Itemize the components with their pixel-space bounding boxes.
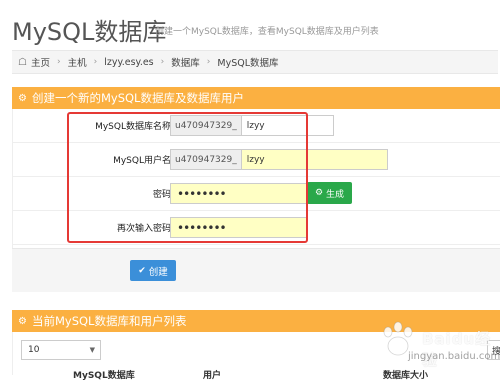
- password-value: ••••••••: [177, 186, 227, 201]
- generate-password-button[interactable]: ⚙ 生成: [307, 182, 352, 204]
- gears-icon: ⚙: [18, 315, 27, 327]
- password-label: 密码: [152, 190, 171, 200]
- gears-icon: ⚙: [18, 92, 27, 104]
- form-row-password: 密码 •••••••• ⚙ 生成: [13, 177, 500, 211]
- breadcrumb-current: MySQL数据库: [217, 58, 279, 69]
- page-size-value: 10: [28, 345, 40, 355]
- create-button[interactable]: ✔ 创建: [130, 260, 176, 281]
- password-confirm-label: 再次输入密码: [116, 224, 171, 234]
- breadcrumb: ☖ 主页 › 主机 › lzyy.esy.es › 数据库 › MySQL数据库: [12, 50, 498, 74]
- caret-down-icon: ▼: [89, 346, 95, 354]
- db-user-label: MySQL用户名: [113, 156, 171, 166]
- breadcrumb-separator-icon: ›: [206, 57, 211, 67]
- generate-button-label: 生成: [326, 189, 345, 200]
- db-user-prefix: u470947329_: [171, 150, 242, 169]
- db-name-prefix: u470947329_: [171, 116, 242, 135]
- page-title: MySQL数据库: [12, 18, 167, 46]
- password-input[interactable]: ••••••••: [170, 183, 307, 204]
- breadcrumb-separator-icon: ›: [160, 57, 165, 67]
- breadcrumb-separator-icon: ›: [56, 57, 61, 67]
- create-panel-title: 创建一个新的MySQL数据库及数据库用户: [31, 91, 244, 105]
- page-subtitle: 创建一个MySQL数据库，查看MySQL数据库及用户列表: [155, 27, 379, 37]
- form-row-db-name: MySQL数据库名称 u470947329_ lzyy: [13, 109, 500, 143]
- form-row-password-confirm: 再次输入密码 ••••••••: [13, 211, 500, 245]
- create-button-label: 创建: [148, 266, 168, 278]
- db-user-value: lzyy: [246, 154, 265, 165]
- cog-icon: ⚙: [314, 188, 324, 198]
- watermark-text: Baidu经验: [422, 330, 492, 369]
- list-panel-title: 当前MySQL数据库和用户列表: [31, 314, 187, 328]
- breadcrumb-domain[interactable]: lzyy.esy.es: [104, 57, 153, 68]
- password-confirm-input[interactable]: ••••••••: [170, 217, 307, 238]
- db-name-input[interactable]: u470947329_ lzyy: [170, 115, 334, 136]
- db-user-input[interactable]: u470947329_ lzyy: [170, 149, 388, 170]
- breadcrumb-separator-icon: ›: [93, 57, 98, 67]
- form-row-db-user: MySQL用户名 u470947329_ lzyy: [13, 143, 500, 177]
- checkmark-icon: ✔: [138, 265, 146, 276]
- home-icon: ☖: [18, 56, 27, 68]
- create-panel-header: ⚙ 创建一个新的MySQL数据库及数据库用户: [12, 87, 500, 109]
- password-confirm-value: ••••••••: [177, 220, 227, 235]
- baidu-jingyan-watermark: Baidu经验 jingyan.baidu.com: [370, 315, 500, 375]
- db-name-label: MySQL数据库名称: [95, 122, 171, 132]
- breadcrumb-host[interactable]: 主机: [68, 55, 87, 69]
- page-size-select[interactable]: 10 ▼: [21, 340, 101, 360]
- breadcrumb-databases[interactable]: 数据库: [171, 55, 200, 69]
- form-actions: ✔ 创建: [12, 248, 500, 292]
- db-name-value: lzyy: [246, 120, 265, 131]
- breadcrumb-home[interactable]: 主页: [31, 55, 50, 69]
- watermark-url: jingyan.baidu.com: [408, 351, 500, 362]
